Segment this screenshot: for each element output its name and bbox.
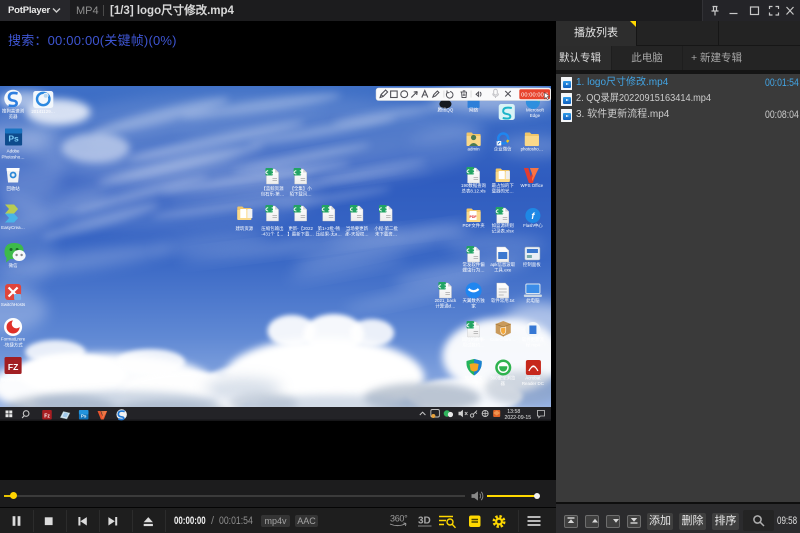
svg-text:载器的光…: 载器的光… <box>492 188 514 195</box>
svg-text:那-天授权…: 那-天授权… <box>345 231 369 238</box>
svg-text:photosho…: photosho… <box>521 147 544 152</box>
svg-text:-431个【…: -431个【… <box>261 232 283 237</box>
svg-text:企业微信: 企业微信 <box>494 146 512 153</box>
svg-text:软件管家: 软件管家 <box>465 375 483 382</box>
svg-text:Acrobat: Acrobat <box>525 376 541 381</box>
svg-text:Flash中心: Flash中心 <box>523 222 543 229</box>
svg-text:CuteCham…: CuteCham… <box>490 337 516 342</box>
svg-text:】最新下载…: 】最新下载… <box>287 231 314 238</box>
svg-text:压结果-无a…: 压结果-无a… <box>316 231 342 238</box>
svg-text:网络: 网络 <box>469 107 478 114</box>
svg-text:周试数约…: 周试数约… <box>463 342 485 349</box>
svg-text:Ps: Ps <box>81 414 87 419</box>
svg-text:包石乐-第…: 包石乐-第… <box>261 191 285 198</box>
svg-text:PDF文件夹: PDF文件夹 <box>463 222 486 229</box>
svg-text:-快捷方式: -快捷方式 <box>3 342 23 349</box>
svg-text:计算通d…: 计算通d… <box>435 303 455 310</box>
svg-text:蠕虫行为…: 蠕虫行为… <box>463 267 485 274</box>
svg-text:360°: 360° <box>390 514 408 524</box>
svg-text:20141129…: 20141129… <box>31 109 55 114</box>
svg-text:未下载资…: 未下载资… <box>375 231 397 238</box>
svg-text:控制面板: 控制面板 <box>523 261 541 268</box>
svg-text:Edge: Edge <box>530 113 541 118</box>
svg-text:腾讯QQ: 腾讯QQ <box>438 107 454 114</box>
svg-text:3D: 3D <box>418 516 431 527</box>
svg-text:Ps: Ps <box>8 134 19 144</box>
svg-text:软件常用.txt: 软件常用.txt <box>491 297 515 304</box>
svg-text:记录表.xlsx: 记录表.xlsx <box>492 228 515 235</box>
svg-text:SwitchHosts: SwitchHosts <box>1 302 26 307</box>
svg-text:Adobe: Adobe <box>7 149 20 154</box>
svg-text:filezilla-se…: filezilla-se… <box>1 378 25 383</box>
svg-text:admin: admin <box>468 147 481 152</box>
svg-text:程.mp4: 程.mp4 <box>526 342 541 349</box>
svg-text:Photosho…: Photosho… <box>2 155 25 160</box>
svg-text:览器: 览器 <box>9 113 18 120</box>
svg-text:WPS Office: WPS Office <box>521 183 544 188</box>
svg-text:Reader DC: Reader DC <box>522 381 545 386</box>
svg-text:2021_back: 2021_back <box>435 298 457 303</box>
svg-text:微信: 微信 <box>9 262 18 269</box>
svg-text:陌下载风…: 陌下载风… <box>290 191 312 198</box>
svg-text:家: 家 <box>471 303 476 309</box>
svg-text:2022-09-15: 2022-09-15 <box>504 415 531 421</box>
svg-text:此电脑: 此电脑 <box>526 297 540 304</box>
svg-text:FZ: FZ <box>8 362 18 372</box>
svg-text:Fz: Fz <box>44 413 50 419</box>
svg-text:EasyCrea…: EasyCrea… <box>1 225 25 230</box>
svg-text:回收站: 回收站 <box>6 185 20 192</box>
svg-text:PDF: PDF <box>470 215 478 219</box>
svg-text:Microsoft: Microsoft <box>526 108 545 113</box>
svg-text:FormatLrere: FormatLrere <box>1 337 26 342</box>
svg-text:总表8.12.xls: 总表8.12.xls <box>462 188 487 195</box>
svg-text:建筑资源: 建筑资源 <box>235 225 253 232</box>
svg-text:13:58: 13:58 <box>507 409 520 415</box>
